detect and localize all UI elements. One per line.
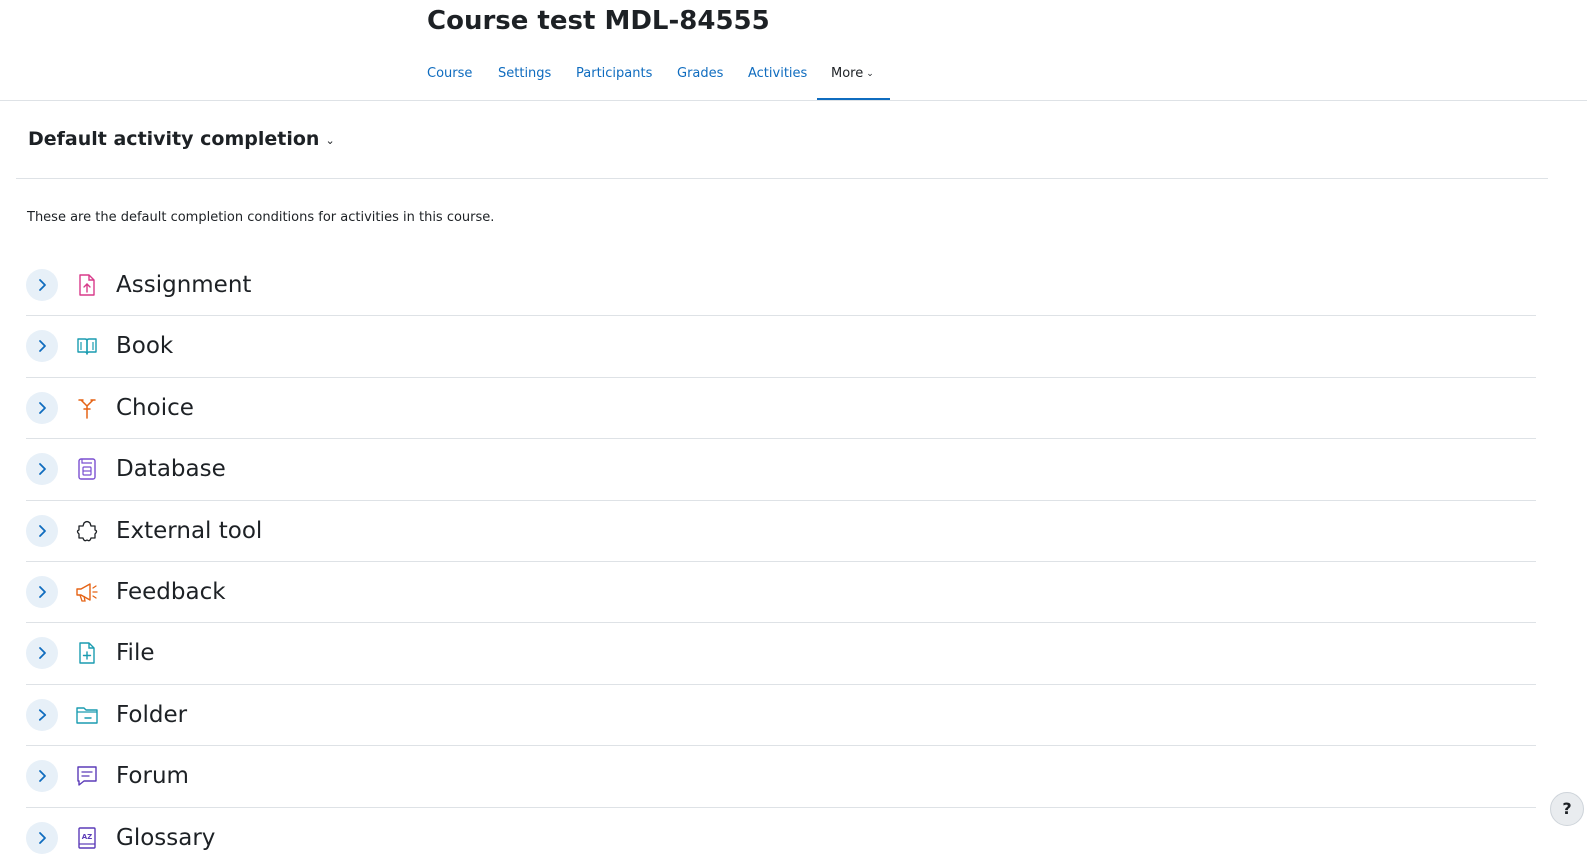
list-item: File xyxy=(26,623,1536,685)
list-item: Book xyxy=(26,316,1536,378)
feedback-icon xyxy=(74,579,100,605)
expand-button[interactable] xyxy=(26,760,58,793)
expand-button[interactable] xyxy=(26,698,58,731)
tab-settings[interactable]: Settings xyxy=(484,52,565,100)
activity-list: Assignment Book Choice Database External… xyxy=(26,255,1536,859)
database-icon xyxy=(74,456,100,482)
chevron-right-icon xyxy=(39,524,46,537)
list-item: Database xyxy=(26,439,1536,501)
tab-grades[interactable]: Grades xyxy=(663,52,737,100)
chevron-right-icon xyxy=(39,770,46,783)
page-heading-dropdown[interactable]: Default activity completion ⌄ xyxy=(28,125,335,155)
page-heading: Default activity completion xyxy=(28,128,320,150)
activity-name: Folder xyxy=(116,701,188,728)
help-button[interactable]: ? xyxy=(1550,792,1584,826)
list-item: Forum xyxy=(26,746,1536,808)
activity-name: Feedback xyxy=(116,578,226,605)
tab-course[interactable]: Course xyxy=(413,52,486,100)
chevron-right-icon xyxy=(39,401,46,414)
file-icon xyxy=(74,640,100,666)
book-icon xyxy=(74,333,100,359)
chevron-right-icon xyxy=(38,708,47,721)
list-item: Feedback xyxy=(26,562,1536,624)
tab-more-label: More xyxy=(831,66,864,81)
expand-button[interactable] xyxy=(26,575,58,608)
chevron-down-icon: ⌄ xyxy=(325,134,335,147)
assignment-icon xyxy=(74,272,100,298)
list-item: Folder xyxy=(26,685,1536,747)
svg-text:AZ: AZ xyxy=(82,833,93,841)
tab-more[interactable]: More ⌄ xyxy=(817,52,890,100)
activity-name: Assignment xyxy=(116,272,252,298)
activity-name: Glossary xyxy=(116,824,216,851)
chevron-right-icon xyxy=(39,279,46,291)
activity-name: Book xyxy=(116,333,174,360)
activity-name: External tool xyxy=(116,517,263,544)
tab-activities[interactable]: Activities xyxy=(734,52,821,100)
chevron-right-icon xyxy=(39,340,46,353)
chevron-right-icon xyxy=(39,586,46,598)
page-header: Default activity completion ⌄ xyxy=(16,102,1548,179)
list-item: Choice xyxy=(26,378,1536,440)
chevron-down-icon: ⌄ xyxy=(866,69,874,79)
list-item: External tool xyxy=(26,501,1536,562)
intro-text: These are the default completion conditi… xyxy=(27,210,495,225)
tab-participants[interactable]: Participants xyxy=(562,52,666,100)
expand-button[interactable] xyxy=(26,391,58,424)
external-tool-icon xyxy=(74,518,100,544)
expand-button[interactable] xyxy=(26,453,58,486)
activity-name: File xyxy=(116,640,155,667)
list-item: AZ Glossary xyxy=(26,808,1536,859)
secondary-navigation: Course Settings Participants Grades Acti… xyxy=(0,52,1587,101)
chevron-right-icon xyxy=(39,647,46,660)
choice-icon xyxy=(74,395,100,421)
expand-button[interactable] xyxy=(26,637,58,670)
list-item: Assignment xyxy=(26,255,1536,317)
folder-icon xyxy=(74,702,100,728)
page: Course test MDL-84555 Course Settings Pa… xyxy=(0,0,1587,859)
chevron-right-icon xyxy=(39,463,46,476)
activity-name: Forum xyxy=(116,763,189,790)
chevron-right-icon xyxy=(39,831,46,844)
expand-button[interactable] xyxy=(26,269,58,301)
activity-name: Choice xyxy=(116,394,194,421)
course-title: Course test MDL-84555 xyxy=(427,6,770,36)
expand-button[interactable] xyxy=(26,821,58,854)
forum-icon xyxy=(74,763,100,789)
expand-button[interactable] xyxy=(26,330,58,363)
expand-button[interactable] xyxy=(26,514,58,547)
glossary-icon: AZ xyxy=(74,825,100,851)
activity-name: Database xyxy=(116,456,226,483)
